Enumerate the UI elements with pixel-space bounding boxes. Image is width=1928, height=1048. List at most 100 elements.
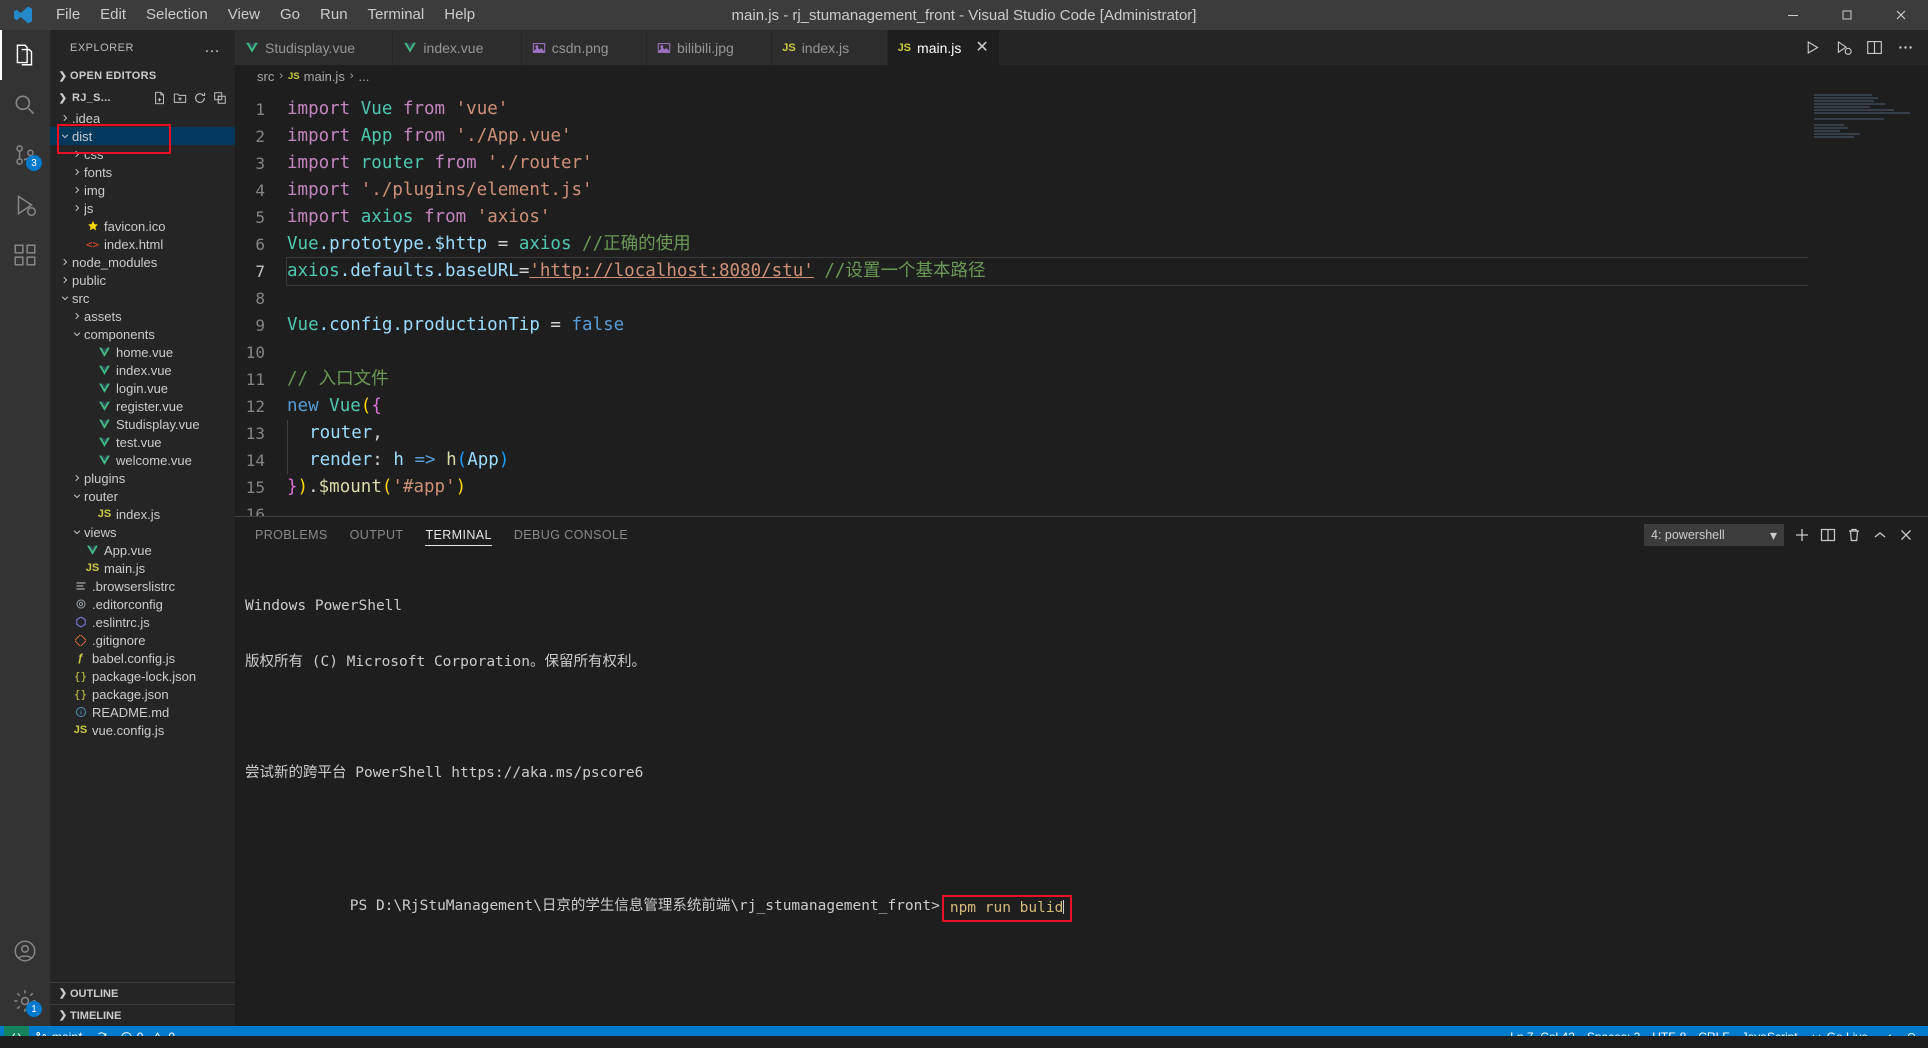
tree-file-eslintrc-js[interactable]: .eslintrc.js	[50, 613, 235, 631]
tree-folder-js[interactable]: js	[50, 199, 235, 217]
minimize-button[interactable]	[1766, 0, 1820, 30]
play-icon[interactable]	[1804, 39, 1821, 56]
tree-file-index-html[interactable]: <> index.html	[50, 235, 235, 253]
sidebar-more-actions-icon[interactable]: …	[204, 39, 227, 57]
activity-explorer[interactable]	[0, 30, 50, 80]
tree-file-main-js[interactable]: JS main.js	[50, 559, 235, 577]
terminal-selector-dropdown[interactable]: 4: powershell ▾	[1644, 523, 1784, 546]
close-button[interactable]	[1874, 0, 1928, 30]
tree-file-favicon-ico[interactable]: favicon.ico	[50, 217, 235, 235]
code-line[interactable]: 10	[235, 339, 1808, 366]
tree-file-browserslistrc[interactable]: .browserslistrc	[50, 577, 235, 595]
tree-folder-node-modules[interactable]: node_modules	[50, 253, 235, 271]
terminal-prompt-line[interactable]: PS D:\RjStuManagement\日京的学生信息管理系统前端\rj_s…	[245, 875, 1928, 939]
panel-actions[interactable]: 4: powershell ▾	[1644, 523, 1928, 546]
menu-bar[interactable]: File Edit Selection View Go Run Terminal Help	[46, 0, 485, 30]
breadcrumb[interactable]: src › JS main.js › ...	[235, 65, 1928, 87]
code-line[interactable]: 15}).$mount('#app')	[235, 474, 1808, 501]
code-line[interactable]: 12 new Vue({	[235, 393, 1808, 420]
tree-file-studisplay-vue[interactable]: Studisplay.vue	[50, 415, 235, 433]
tree-file-gitignore[interactable]: .gitignore	[50, 631, 235, 649]
chevron-up-icon[interactable]	[1872, 527, 1888, 543]
breadcrumb-item-file[interactable]: JS main.js	[288, 69, 345, 84]
tree-file-package-lock-json[interactable]: {} package-lock.json	[50, 667, 235, 685]
tree-file-editorconfig[interactable]: .editorconfig	[50, 595, 235, 613]
breadcrumb-item-src[interactable]: src	[257, 69, 274, 84]
section-open-editors[interactable]: ❯ OPEN EDITORS	[50, 65, 235, 87]
activity-search[interactable]	[0, 80, 50, 130]
split-editor-icon[interactable]	[1866, 39, 1883, 56]
editor-tab-main-js[interactable]: JS main.js ✕	[887, 30, 1000, 65]
section-outline[interactable]: ❯ OUTLINE	[50, 982, 235, 1004]
plus-icon[interactable]	[1794, 527, 1810, 543]
explorer-actions[interactable]	[153, 91, 235, 105]
tab-problems[interactable]: PROBLEMS	[255, 517, 328, 552]
tree-file-babel-config-js[interactable]: ƒ babel.config.js	[50, 649, 235, 667]
menu-item-run[interactable]: Run	[310, 0, 358, 30]
editor-tab-studisplay-vue[interactable]: Studisplay.vue✕	[235, 30, 394, 65]
menu-item-go[interactable]: Go	[270, 0, 310, 30]
code-line[interactable]: 14 render: h => h(App)	[235, 447, 1808, 474]
tree-file-home-vue[interactable]: home.vue	[50, 343, 235, 361]
activity-source-control[interactable]: 3	[0, 130, 50, 180]
tree-folder-fonts[interactable]: fonts	[50, 163, 235, 181]
close-icon[interactable]	[1898, 527, 1914, 543]
tree-folder-dist[interactable]: dist	[50, 127, 235, 145]
activity-extensions[interactable]	[0, 230, 50, 280]
tree-file-readme-md[interactable]: README.md	[50, 703, 235, 721]
tree-file-index-js[interactable]: JS index.js	[50, 505, 235, 523]
menu-item-terminal[interactable]: Terminal	[358, 0, 435, 30]
code-line[interactable]: 16	[235, 501, 1808, 516]
editor-tab-close-icon[interactable]: ✕	[975, 40, 988, 56]
split-terminal-icon[interactable]	[1820, 527, 1836, 543]
tree-folder-views[interactable]: views	[50, 523, 235, 541]
tree-folder-src[interactable]: src	[50, 289, 235, 307]
tree-file-test-vue[interactable]: test.vue	[50, 433, 235, 451]
code-content-area[interactable]: 1 import Vue from 'vue' 2 import App from '…	[235, 87, 1808, 516]
tree-folder-img[interactable]: img	[50, 181, 235, 199]
tree-folder-plugins[interactable]: plugins	[50, 469, 235, 487]
file-tree[interactable]: .idea dist css fonts img js favicon.ico <> index…	[50, 109, 235, 982]
tree-folder-assets[interactable]: assets	[50, 307, 235, 325]
tree-folder-components[interactable]: components	[50, 325, 235, 343]
tree-file-app-vue[interactable]: App.vue	[50, 541, 235, 559]
activity-settings[interactable]: 1	[0, 976, 50, 1026]
tab-output[interactable]: OUTPUT	[350, 517, 404, 552]
debug-play-icon[interactable]	[1835, 39, 1852, 56]
ellipsis-icon[interactable]	[1897, 39, 1914, 56]
section-project-root[interactable]: ❯ RJ_S...	[50, 87, 235, 109]
menu-item-help[interactable]: Help	[434, 0, 485, 30]
tree-folder-idea[interactable]: .idea	[50, 109, 235, 127]
tree-file-login-vue[interactable]: login.vue	[50, 379, 235, 397]
editor-tab-bilibili-jpg[interactable]: bilibili.jpg✕	[647, 30, 773, 65]
tree-folder-router[interactable]: router	[50, 487, 235, 505]
code-line[interactable]: 1 import Vue from 'vue'	[235, 96, 1808, 123]
code-line[interactable]: 9 Vue.config.productionTip = false	[235, 312, 1808, 339]
code-editor[interactable]: 1 import Vue from 'vue' 2 import App from '…	[235, 87, 1928, 516]
code-line[interactable]: 6 Vue.prototype.$http = axios //正确的使用	[235, 231, 1808, 258]
editor-tab-index-vue[interactable]: index.vue✕	[393, 30, 522, 65]
tab-debug-console[interactable]: DEBUG CONSOLE	[514, 517, 628, 552]
code-line[interactable]: 4 import './plugins/element.js'	[235, 177, 1808, 204]
menu-item-edit[interactable]: Edit	[90, 0, 136, 30]
editor-tabs[interactable]: Studisplay.vue✕index.vue✕csdn.png✕bilibi…	[235, 30, 1000, 65]
minimap[interactable]	[1808, 87, 1928, 516]
window-controls[interactable]	[1766, 0, 1928, 30]
tree-file-vue-config-js[interactable]: JS vue.config.js	[50, 721, 235, 739]
activity-run-debug[interactable]	[0, 180, 50, 230]
editor-tab-index-js[interactable]: JSindex.js✕	[772, 30, 888, 65]
trash-icon[interactable]	[1846, 527, 1862, 543]
menu-item-file[interactable]: File	[46, 0, 90, 30]
code-line[interactable]: 3 import router from './router'	[235, 150, 1808, 177]
tree-file-welcome-vue[interactable]: welcome.vue	[50, 451, 235, 469]
tree-file-package-json[interactable]: {} package.json	[50, 685, 235, 703]
terminal-command-box[interactable]: npm run bulid	[941, 895, 1073, 922]
tree-file-index-vue[interactable]: index.vue	[50, 361, 235, 379]
maximize-button[interactable]	[1820, 0, 1874, 30]
tree-folder-public[interactable]: public	[50, 271, 235, 289]
menu-item-selection[interactable]: Selection	[136, 0, 218, 30]
section-timeline[interactable]: ❯ TIMELINE	[50, 1004, 235, 1026]
menu-item-view[interactable]: View	[218, 0, 270, 30]
code-line[interactable]: 2 import App from './App.vue'	[235, 123, 1808, 150]
code-line[interactable]: 13 router,	[235, 420, 1808, 447]
